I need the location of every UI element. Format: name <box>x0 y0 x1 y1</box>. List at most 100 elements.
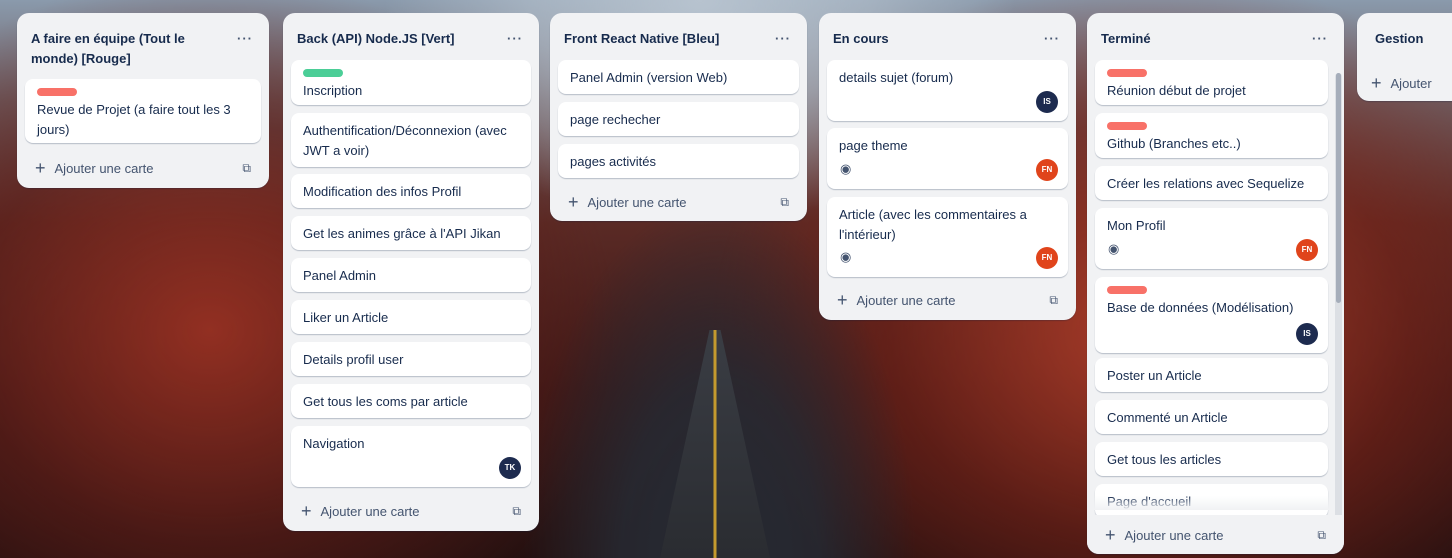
card[interactable]: Panel Admin (version Web) <box>558 60 799 94</box>
card-title: Modification des infos Profil <box>303 184 462 199</box>
list-en-cours: En cours ··· details sujet (forum) IS pa… <box>819 13 1076 320</box>
card-template-icon[interactable]: ⧉ <box>512 504 521 519</box>
card-title: Get les animes grâce à l'API Jikan <box>303 226 501 241</box>
card[interactable]: Inscription <box>291 60 531 105</box>
card[interactable]: page rechecher <box>558 102 799 136</box>
list-title[interactable]: Gestion <box>1375 29 1423 49</box>
list-front-react-native: Front React Native [Bleu] ··· Panel Admi… <box>550 13 807 221</box>
avatar[interactable]: FN <box>1296 239 1318 261</box>
card[interactable]: Navigation TK <box>291 426 531 487</box>
avatar[interactable]: TK <box>499 457 521 479</box>
more-icon[interactable]: ··· <box>505 29 525 49</box>
list-title[interactable]: Back (API) Node.JS [Vert] <box>297 29 455 49</box>
card-template-icon[interactable]: ⧉ <box>780 195 789 210</box>
eye-icon: ◉ <box>840 249 852 264</box>
card[interactable]: Commenté un Article <box>1095 400 1328 434</box>
label-red[interactable] <box>1107 122 1147 130</box>
avatar[interactable]: IS <box>1296 323 1318 345</box>
card[interactable]: Get les animes grâce à l'API Jikan <box>291 216 531 250</box>
card[interactable]: Liker un Article <box>291 300 531 334</box>
card[interactable]: page theme ◉ FN <box>827 128 1068 189</box>
card-title: Poster un Article <box>1107 368 1202 383</box>
more-icon[interactable]: ··· <box>1042 29 1062 49</box>
card-title: Inscription <box>303 83 363 98</box>
card[interactable]: Mon Profil ◉ FN <box>1095 208 1328 269</box>
card[interactable]: Créer les relations avec Sequelize <box>1095 166 1328 200</box>
card-title: Revue de Projet (a faire tout les 3 jour… <box>37 102 231 137</box>
card[interactable]: details sujet (forum) IS <box>827 60 1068 121</box>
list-back-api: Back (API) Node.JS [Vert] ··· Inscriptio… <box>283 13 539 531</box>
card-title: Liker un Article <box>303 310 389 325</box>
card-title: page rechecher <box>570 112 661 127</box>
card-title: Mon Profil <box>1107 218 1166 233</box>
card-title: Get tous les articles <box>1107 452 1222 467</box>
card[interactable]: Details profil user <box>291 342 531 376</box>
more-icon[interactable]: ··· <box>235 29 255 49</box>
eye-icon: ◉ <box>840 161 852 176</box>
add-card-label: Ajouter une carte <box>54 160 154 176</box>
card-title: Créer les relations avec Sequelize <box>1107 176 1305 191</box>
card[interactable]: Article (avec les commentaires a l'intér… <box>827 197 1068 277</box>
card[interactable]: pages activités <box>558 144 799 178</box>
card[interactable]: Authentification/Déconnexion (avec JWT a… <box>291 113 531 167</box>
add-card-button[interactable]: + Ajouter une carte ⧉ <box>560 188 797 216</box>
add-card-button[interactable]: + Ajouter une carte ⧉ <box>293 497 529 525</box>
plus-icon: + <box>1371 73 1382 93</box>
card-title: page theme <box>839 138 908 153</box>
card-title: Réunion début de projet <box>1107 83 1246 98</box>
add-card-label: Ajouter une carte <box>1124 527 1224 543</box>
avatar[interactable]: FN <box>1036 159 1058 181</box>
card-template-icon[interactable]: ⧉ <box>1317 528 1326 543</box>
list-termine: Terminé ··· Réunion début de projet Gith… <box>1087 13 1344 554</box>
add-card-label: Ajouter une carte <box>587 194 687 210</box>
card[interactable]: Poster un Article <box>1095 358 1328 392</box>
label-green[interactable] <box>303 69 343 77</box>
card-title: Panel Admin (version Web) <box>570 70 728 85</box>
card-title: pages activités <box>570 154 656 169</box>
card[interactable]: Panel Admin <box>291 258 531 292</box>
card[interactable]: Réunion début de projet <box>1095 60 1328 105</box>
label-red[interactable] <box>1107 69 1147 77</box>
list-title[interactable]: Terminé <box>1101 29 1151 49</box>
card[interactable]: Revue de Projet (a faire tout les 3 jour… <box>25 79 261 143</box>
plus-icon: + <box>837 290 848 310</box>
avatar[interactable]: IS <box>1036 91 1058 113</box>
list-title[interactable]: En cours <box>833 29 889 49</box>
plus-icon: + <box>568 192 579 212</box>
list-title[interactable]: Front React Native [Bleu] <box>564 29 719 49</box>
card[interactable]: Github (Branches etc..) <box>1095 113 1328 158</box>
avatar[interactable]: FN <box>1036 247 1058 269</box>
card[interactable]: Modification des infos Profil <box>291 174 531 208</box>
add-card-button[interactable]: + Ajouter <box>1363 69 1452 97</box>
more-icon[interactable]: ··· <box>1310 29 1330 49</box>
card-title: Github (Branches etc..) <box>1107 136 1241 151</box>
card-title: details sujet (forum) <box>839 70 954 85</box>
board-canvas: A faire en équipe (Tout le monde) [Rouge… <box>0 0 1452 558</box>
card-template-icon[interactable]: ⧉ <box>1049 293 1058 308</box>
card[interactable]: Get tous les coms par article <box>291 384 531 418</box>
add-card-button[interactable]: + Ajouter une carte ⧉ <box>829 286 1066 314</box>
add-card-label: Ajouter <box>1390 75 1432 91</box>
card-title: Details profil user <box>303 352 404 367</box>
card-title: Panel Admin <box>303 268 376 283</box>
card-title: Authentification/Déconnexion (avec JWT a… <box>303 123 507 158</box>
label-red[interactable] <box>37 88 77 96</box>
more-icon[interactable]: ··· <box>773 29 793 49</box>
card[interactable]: Base de données (Modélisation) IS <box>1095 277 1328 353</box>
plus-icon: + <box>301 501 312 521</box>
label-red[interactable] <box>1107 286 1147 294</box>
scrollbar-thumb[interactable] <box>1336 73 1341 303</box>
add-card-button[interactable]: + Ajouter une carte ⧉ <box>27 154 259 182</box>
card-title: Article (avec les commentaires a l'intér… <box>839 207 1027 242</box>
plus-icon: + <box>35 158 46 178</box>
scrollbar[interactable] <box>1335 73 1342 521</box>
add-card-label: Ajouter une carte <box>320 503 420 519</box>
card[interactable]: Get tous les articles <box>1095 442 1328 476</box>
card-template-icon[interactable]: ⧉ <box>242 161 251 176</box>
add-card-button[interactable]: + Ajouter une carte ⧉ <box>1097 521 1334 549</box>
card-title: Get tous les coms par article <box>303 394 468 409</box>
list-a-faire-en-equipe: A faire en équipe (Tout le monde) [Rouge… <box>17 13 269 188</box>
card-title: Base de données (Modélisation) <box>1107 300 1294 315</box>
list-title[interactable]: A faire en équipe (Tout le monde) [Rouge… <box>31 29 231 69</box>
add-card-label: Ajouter une carte <box>856 292 956 308</box>
